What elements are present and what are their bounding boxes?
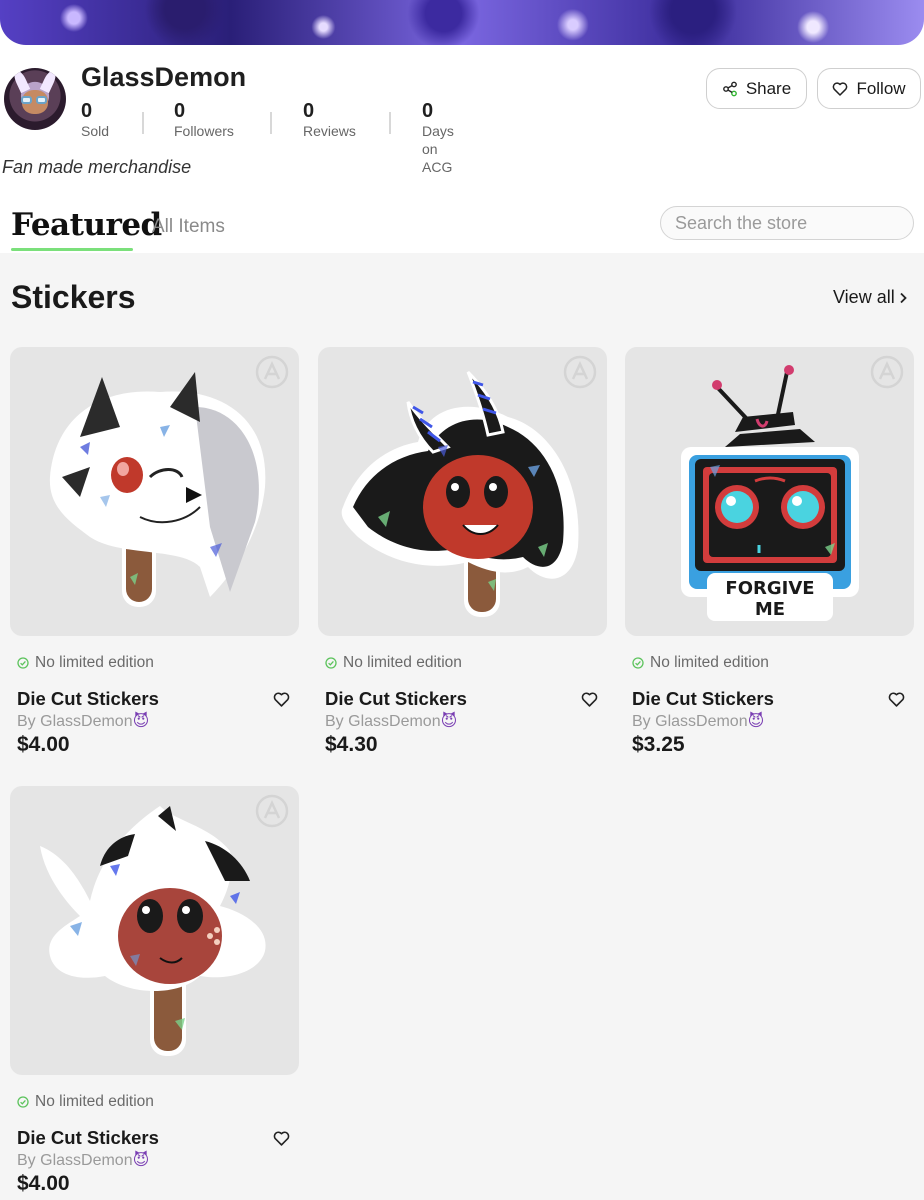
product-image[interactable]: FORGIVE ME: [625, 347, 914, 636]
view-all-label: View all: [833, 287, 895, 307]
product-price: $4.30: [325, 733, 378, 756]
heart-icon[interactable]: [888, 691, 905, 708]
store-banner: [0, 0, 924, 45]
stat-label: Days on ACG: [422, 123, 454, 175]
store-name: GlassDemon: [81, 62, 247, 92]
author-name: By GlassDemon: [17, 1152, 133, 1169]
sticker-caption-line2: ME: [755, 599, 785, 620]
product-author[interactable]: By GlassDemon😈: [17, 1150, 149, 1170]
tab-active-indicator: [11, 248, 133, 251]
stat-value: 0: [174, 100, 186, 122]
search-input[interactable]: [675, 212, 907, 234]
product-author[interactable]: By GlassDemon😈: [17, 711, 149, 731]
stat-value: 0: [303, 100, 315, 122]
store-bio: Fan made merchandise: [2, 157, 192, 177]
product-title[interactable]: Die Cut Stickers: [17, 1127, 159, 1149]
author-name: By GlassDemon: [17, 713, 133, 730]
author-name: By GlassDemon: [325, 713, 441, 730]
product-title[interactable]: Die Cut Stickers: [17, 688, 159, 710]
heart-icon[interactable]: [581, 691, 598, 708]
follow-label: Follow: [856, 78, 906, 98]
author-emoji: 😈: [132, 1152, 150, 1169]
product-price: $3.25: [632, 733, 685, 756]
sticker-image-red-demon: [341, 370, 579, 617]
sticker-image-white-dog: [49, 372, 266, 607]
sticker-image-tv-head: FORGIVE ME: [681, 365, 859, 621]
chevron-right-icon: [900, 292, 907, 303]
stat-value: 0: [81, 100, 93, 122]
stat-label: Sold: [81, 123, 110, 139]
check-circle-icon: [17, 657, 29, 669]
watermark-icon: [255, 355, 289, 389]
stat-followers: 0 Followers: [174, 100, 234, 140]
heart-icon: [833, 81, 848, 96]
stat-sold: 0 Sold: [81, 100, 109, 140]
edition-label: No limited edition: [650, 654, 769, 671]
product-author[interactable]: By GlassDemon😈: [325, 711, 457, 731]
heart-icon[interactable]: [273, 691, 290, 708]
share-icon: [722, 81, 737, 96]
edition-label: No limited edition: [35, 654, 154, 671]
stat-reviews: 0 Reviews: [303, 100, 356, 140]
view-all-link[interactable]: View all: [833, 287, 907, 308]
edition-status: No limited edition: [632, 654, 769, 672]
avatar[interactable]: [4, 68, 66, 130]
stat-divider: [142, 112, 144, 134]
check-circle-icon: [325, 657, 337, 669]
watermark-icon: [255, 794, 289, 828]
tab-all-items[interactable]: All Items: [152, 216, 225, 238]
edition-status: No limited edition: [17, 1093, 154, 1111]
watermark-icon: [563, 355, 597, 389]
author-emoji: 😈: [747, 713, 765, 730]
stat-label: Followers: [174, 123, 234, 139]
watermark-icon: [870, 355, 904, 389]
follow-button[interactable]: Follow: [817, 68, 921, 109]
check-circle-icon: [632, 657, 644, 669]
author-emoji: 😈: [440, 713, 458, 730]
product-price: $4.00: [17, 1172, 70, 1195]
product-image[interactable]: [318, 347, 607, 636]
share-button[interactable]: Share: [706, 68, 807, 109]
edition-status: No limited edition: [325, 654, 462, 672]
product-title[interactable]: Die Cut Stickers: [325, 688, 467, 710]
heart-icon[interactable]: [273, 1130, 290, 1147]
stat-label: Reviews: [303, 123, 356, 139]
edition-label: No limited edition: [35, 1093, 154, 1110]
author-emoji: 😈: [132, 713, 150, 730]
sticker-image-white-owl: [40, 806, 266, 1056]
product-title[interactable]: Die Cut Stickers: [632, 688, 774, 710]
stat-divider: [389, 112, 391, 134]
tab-featured[interactable]: Featured: [11, 207, 162, 243]
product-image[interactable]: [10, 786, 299, 1075]
product-image[interactable]: [10, 347, 299, 636]
stat-days: 0 Days on ACG: [422, 100, 454, 176]
edition-status: No limited edition: [17, 654, 154, 672]
stat-divider: [270, 112, 272, 134]
product-author[interactable]: By GlassDemon😈: [632, 711, 764, 731]
product-price: $4.00: [17, 733, 70, 756]
sticker-caption-line1: FORGIVE: [725, 578, 814, 599]
edition-label: No limited edition: [343, 654, 462, 671]
check-circle-icon: [17, 1096, 29, 1108]
share-label: Share: [745, 78, 792, 98]
store-search: [660, 206, 914, 240]
author-name: By GlassDemon: [632, 713, 748, 730]
stat-value: 0: [422, 100, 434, 122]
section-title: Stickers: [11, 279, 136, 315]
